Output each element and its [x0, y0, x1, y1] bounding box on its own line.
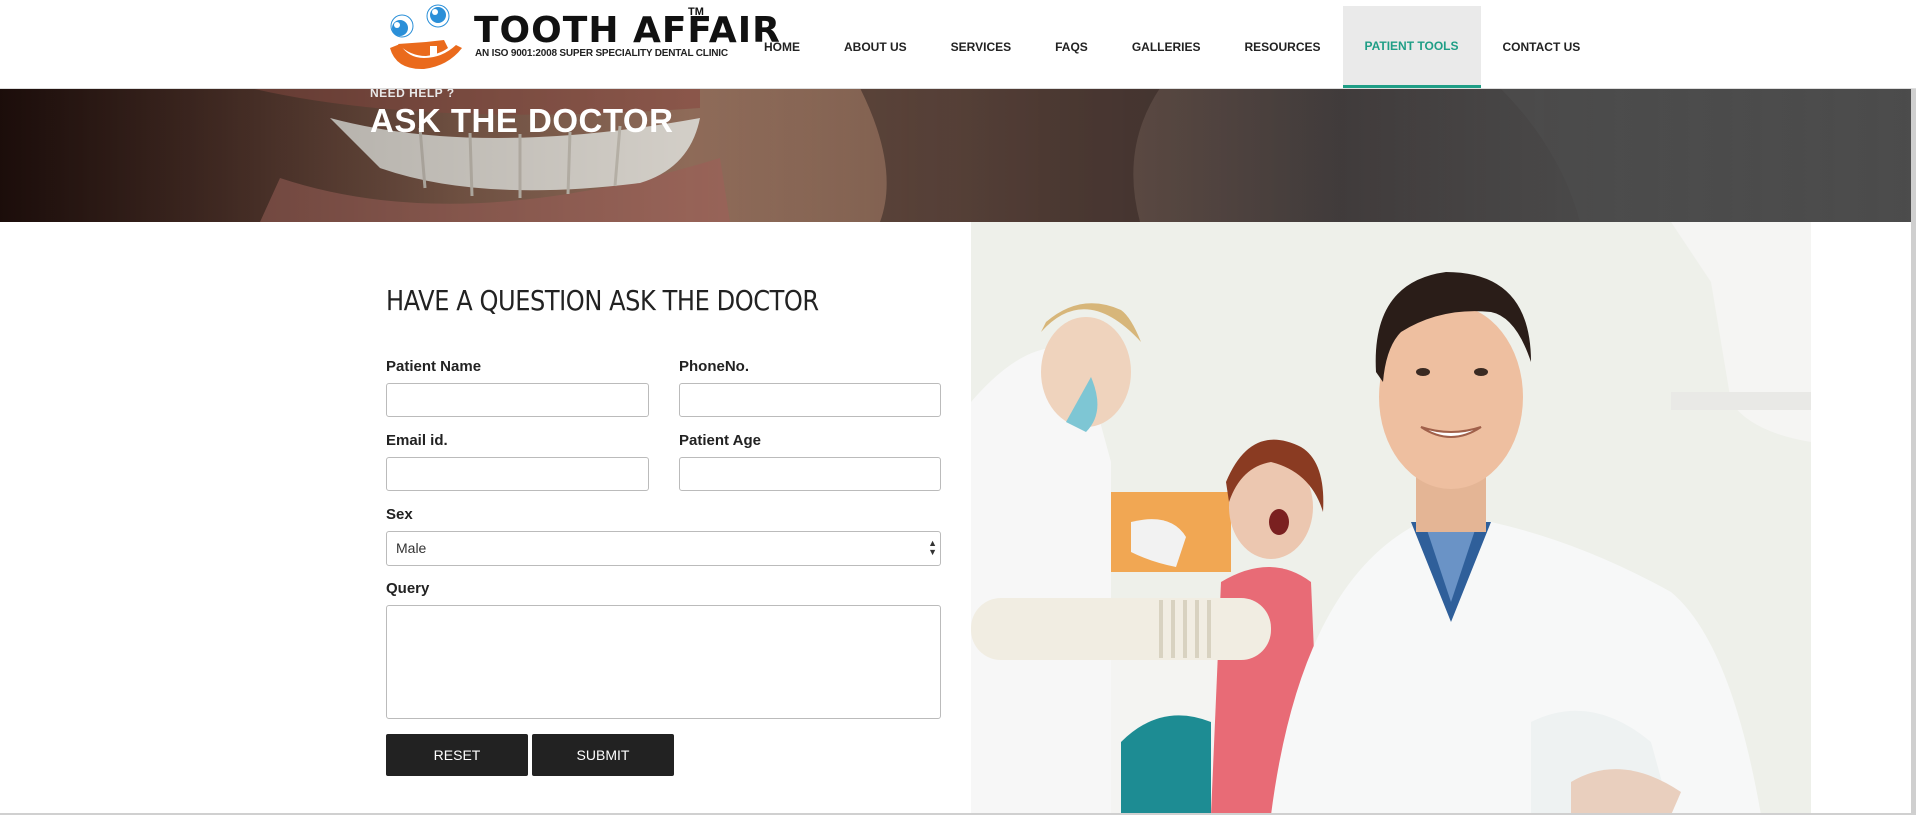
nav-item-patient-tools[interactable]: PATIENT TOOLS [1342, 6, 1481, 88]
phone-input[interactable] [679, 383, 941, 417]
patient-age-input[interactable] [679, 457, 941, 491]
form-heading: HAVE A QUESTION ASK THE DOCTOR [386, 284, 819, 317]
main-nav: HOME ABOUT US SERVICES FAQS GALLERIES RE… [742, 6, 1602, 88]
banner-pretitle: NEED HELP ? [370, 88, 455, 100]
phone-label: PhoneNo. [679, 358, 749, 375]
submit-button[interactable]: SUBMIT [532, 734, 674, 776]
email-label: Email id. [386, 432, 448, 449]
sex-select-value: Male [396, 540, 427, 556]
email-input[interactable] [386, 457, 649, 491]
nav-item-faqs[interactable]: FAQS [1033, 6, 1110, 88]
site-logo[interactable]: TOOTH AFFAIR TM AN ISO 9001:2008 SUPER S… [386, 4, 780, 72]
nav-item-about-us[interactable]: ABOUT US [822, 6, 929, 88]
trademark-mark: TM [688, 6, 704, 18]
brand-name: TOOTH AFFAIR [474, 10, 781, 51]
sex-select[interactable]: Male ▲ ▼ [386, 531, 941, 566]
nav-item-resources[interactable]: RESOURCES [1222, 6, 1342, 88]
sex-label: Sex [386, 506, 413, 523]
nav-item-home[interactable]: HOME [742, 6, 822, 88]
page-banner: NEED HELP ? ASK THE DOCTOR [0, 88, 1916, 222]
scrollbar-track[interactable] [1911, 88, 1916, 815]
site-header: TOOTH AFFAIR TM AN ISO 9001:2008 SUPER S… [0, 0, 1916, 89]
patient-name-input[interactable] [386, 383, 649, 417]
brand-tagline: AN ISO 9001:2008 SUPER SPECIALITY DENTAL… [475, 48, 728, 59]
query-label: Query [386, 580, 430, 597]
nav-item-services[interactable]: SERVICES [929, 6, 1033, 88]
query-textarea[interactable] [386, 605, 941, 719]
reset-button[interactable]: RESET [386, 734, 528, 776]
nav-item-galleries[interactable]: GALLERIES [1110, 6, 1223, 88]
patient-age-label: Patient Age [679, 432, 761, 449]
patient-name-label: Patient Name [386, 358, 482, 375]
dentist-photo [971, 222, 1811, 815]
smile-banner-image [0, 88, 1916, 222]
page-title: ASK THE DOCTOR [370, 102, 674, 139]
tooth-logo-icon [390, 4, 462, 70]
select-arrows-icon: ▲ ▼ [928, 538, 937, 557]
nav-item-contact-us[interactable]: CONTACT US [1481, 6, 1603, 88]
dental-clinic-image [971, 222, 1811, 815]
